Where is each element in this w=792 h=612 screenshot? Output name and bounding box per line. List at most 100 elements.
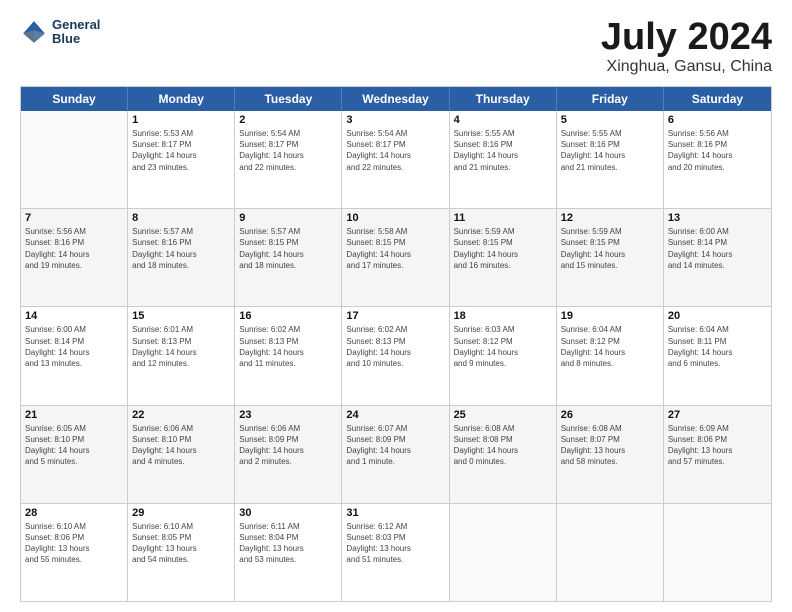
calendar-row: 7 Sunrise: 5:56 AM Sunset: 8:16 PM Daylig…: [21, 209, 771, 307]
calendar-cell: 6 Sunrise: 5:56 AM Sunset: 8:16 PM Daylig…: [664, 111, 771, 208]
day-info: Sunrise: 6:04 AM Sunset: 8:11 PM Dayligh…: [668, 324, 767, 369]
day-number: 4: [454, 114, 552, 126]
day-number: 2: [239, 114, 337, 126]
day-number: 30: [239, 507, 337, 519]
day-info: Sunrise: 6:00 AM Sunset: 8:14 PM Dayligh…: [668, 226, 767, 271]
calendar-row: 14 Sunrise: 6:00 AM Sunset: 8:14 PM Dayli…: [21, 307, 771, 405]
day-info: Sunrise: 6:02 AM Sunset: 8:13 PM Dayligh…: [239, 324, 337, 369]
weekday-header: Saturday: [664, 87, 771, 111]
day-info: Sunrise: 6:10 AM Sunset: 8:06 PM Dayligh…: [25, 521, 123, 566]
day-number: 24: [346, 409, 444, 421]
calendar-cell: 2 Sunrise: 5:54 AM Sunset: 8:17 PM Daylig…: [235, 111, 342, 208]
calendar-cell: 31Sunrise: 6:12 AM Sunset: 8:03 PM Dayli…: [342, 504, 449, 601]
calendar-cell: 19Sunrise: 6:04 AM Sunset: 8:12 PM Dayli…: [557, 307, 664, 404]
day-info: Sunrise: 5:54 AM Sunset: 8:17 PM Dayligh…: [239, 128, 337, 173]
page: General Blue July 2024 Xinghua, Gansu, C…: [0, 0, 792, 612]
calendar-header: SundayMondayTuesdayWednesdayThursdayFrid…: [21, 87, 771, 111]
day-number: 8: [132, 212, 230, 224]
day-info: Sunrise: 6:05 AM Sunset: 8:10 PM Dayligh…: [25, 423, 123, 468]
day-number: 7: [25, 212, 123, 224]
calendar-cell: [664, 504, 771, 601]
day-info: Sunrise: 6:07 AM Sunset: 8:09 PM Dayligh…: [346, 423, 444, 468]
day-number: 22: [132, 409, 230, 421]
calendar-cell: 26 Sunrise: 6:08 AM Sunset: 8:07 PM Dayli…: [557, 406, 664, 503]
calendar-title: July 2024: [601, 18, 772, 56]
calendar-row: 1 Sunrise: 5:53 AM Sunset: 8:17 PM Daylig…: [21, 111, 771, 209]
calendar-cell: 14 Sunrise: 6:00 AM Sunset: 8:14 PM Dayli…: [21, 307, 128, 404]
day-info: Sunrise: 5:56 AM Sunset: 8:16 PM Dayligh…: [25, 226, 123, 271]
day-info: Sunrise: 6:00 AM Sunset: 8:14 PM Dayligh…: [25, 324, 123, 369]
day-number: 11: [454, 212, 552, 224]
day-info: Sunrise: 6:03 AM Sunset: 8:12 PM Dayligh…: [454, 324, 552, 369]
day-number: 5: [561, 114, 659, 126]
calendar-cell: 23 Sunrise: 6:06 AM Sunset: 8:09 PM Dayli…: [235, 406, 342, 503]
day-info: Sunrise: 5:57 AM Sunset: 8:16 PM Dayligh…: [132, 226, 230, 271]
day-number: 28: [25, 507, 123, 519]
day-info: Sunrise: 6:02 AM Sunset: 8:13 PM Dayligh…: [346, 324, 444, 369]
day-info: Sunrise: 5:57 AM Sunset: 8:15 PM Dayligh…: [239, 226, 337, 271]
calendar-cell: 30 Sunrise: 6:11 AM Sunset: 8:04 PM Dayli…: [235, 504, 342, 601]
calendar-cell: 18 Sunrise: 6:03 AM Sunset: 8:12 PM Dayli…: [450, 307, 557, 404]
calendar-cell: 25 Sunrise: 6:08 AM Sunset: 8:08 PM Dayli…: [450, 406, 557, 503]
weekday-header: Wednesday: [342, 87, 449, 111]
day-info: Sunrise: 5:54 AM Sunset: 8:17 PM Dayligh…: [346, 128, 444, 173]
day-number: 10: [346, 212, 444, 224]
header: General Blue July 2024 Xinghua, Gansu, C…: [20, 18, 772, 76]
day-info: Sunrise: 5:56 AM Sunset: 8:16 PM Dayligh…: [668, 128, 767, 173]
day-number: 1: [132, 114, 230, 126]
calendar-row: 28 Sunrise: 6:10 AM Sunset: 8:06 PM Dayli…: [21, 504, 771, 601]
calendar-cell: 27Sunrise: 6:09 AM Sunset: 8:06 PM Dayli…: [664, 406, 771, 503]
calendar-cell: 16 Sunrise: 6:02 AM Sunset: 8:13 PM Dayli…: [235, 307, 342, 404]
calendar-body: 1 Sunrise: 5:53 AM Sunset: 8:17 PM Daylig…: [21, 111, 771, 601]
day-info: Sunrise: 6:06 AM Sunset: 8:10 PM Dayligh…: [132, 423, 230, 468]
day-number: 6: [668, 114, 767, 126]
day-info: Sunrise: 5:59 AM Sunset: 8:15 PM Dayligh…: [561, 226, 659, 271]
logo-text: General Blue: [52, 18, 100, 47]
day-number: 25: [454, 409, 552, 421]
calendar-cell: [557, 504, 664, 601]
day-info: Sunrise: 6:11 AM Sunset: 8:04 PM Dayligh…: [239, 521, 337, 566]
day-number: 9: [239, 212, 337, 224]
day-number: 21: [25, 409, 123, 421]
weekday-header: Tuesday: [235, 87, 342, 111]
calendar-cell: 29Sunrise: 6:10 AM Sunset: 8:05 PM Dayli…: [128, 504, 235, 601]
day-number: 13: [668, 212, 767, 224]
day-number: 26: [561, 409, 659, 421]
calendar-cell: 20Sunrise: 6:04 AM Sunset: 8:11 PM Dayli…: [664, 307, 771, 404]
calendar-subtitle: Xinghua, Gansu, China: [601, 58, 772, 76]
day-number: 23: [239, 409, 337, 421]
calendar-cell: 28 Sunrise: 6:10 AM Sunset: 8:06 PM Dayli…: [21, 504, 128, 601]
day-info: Sunrise: 6:01 AM Sunset: 8:13 PM Dayligh…: [132, 324, 230, 369]
logo-icon: [20, 18, 48, 46]
day-info: Sunrise: 6:08 AM Sunset: 8:07 PM Dayligh…: [561, 423, 659, 468]
logo-line1: General: [52, 18, 100, 32]
day-number: 18: [454, 310, 552, 322]
calendar-cell: 12Sunrise: 5:59 AM Sunset: 8:15 PM Dayli…: [557, 209, 664, 306]
day-number: 3: [346, 114, 444, 126]
title-block: July 2024 Xinghua, Gansu, China: [601, 18, 772, 76]
calendar-cell: 9 Sunrise: 5:57 AM Sunset: 8:15 PM Daylig…: [235, 209, 342, 306]
day-info: Sunrise: 5:53 AM Sunset: 8:17 PM Dayligh…: [132, 128, 230, 173]
calendar-cell: 13 Sunrise: 6:00 AM Sunset: 8:14 PM Dayli…: [664, 209, 771, 306]
day-info: Sunrise: 5:55 AM Sunset: 8:16 PM Dayligh…: [561, 128, 659, 173]
day-number: 27: [668, 409, 767, 421]
weekday-header: Friday: [557, 87, 664, 111]
day-info: Sunrise: 6:10 AM Sunset: 8:05 PM Dayligh…: [132, 521, 230, 566]
day-info: Sunrise: 6:06 AM Sunset: 8:09 PM Dayligh…: [239, 423, 337, 468]
weekday-header: Monday: [128, 87, 235, 111]
calendar-cell: 17Sunrise: 6:02 AM Sunset: 8:13 PM Dayli…: [342, 307, 449, 404]
calendar-cell: 10 Sunrise: 5:58 AM Sunset: 8:15 PM Dayli…: [342, 209, 449, 306]
weekday-header: Thursday: [450, 87, 557, 111]
day-number: 19: [561, 310, 659, 322]
day-info: Sunrise: 6:08 AM Sunset: 8:08 PM Dayligh…: [454, 423, 552, 468]
day-number: 14: [25, 310, 123, 322]
calendar-row: 21 Sunrise: 6:05 AM Sunset: 8:10 PM Dayli…: [21, 406, 771, 504]
calendar-cell: [21, 111, 128, 208]
calendar-cell: [450, 504, 557, 601]
calendar-cell: 4Sunrise: 5:55 AM Sunset: 8:16 PM Daylig…: [450, 111, 557, 208]
weekday-header: Sunday: [21, 87, 128, 111]
calendar-cell: 8 Sunrise: 5:57 AM Sunset: 8:16 PM Daylig…: [128, 209, 235, 306]
calendar-cell: 7 Sunrise: 5:56 AM Sunset: 8:16 PM Daylig…: [21, 209, 128, 306]
day-info: Sunrise: 5:58 AM Sunset: 8:15 PM Dayligh…: [346, 226, 444, 271]
day-number: 16: [239, 310, 337, 322]
